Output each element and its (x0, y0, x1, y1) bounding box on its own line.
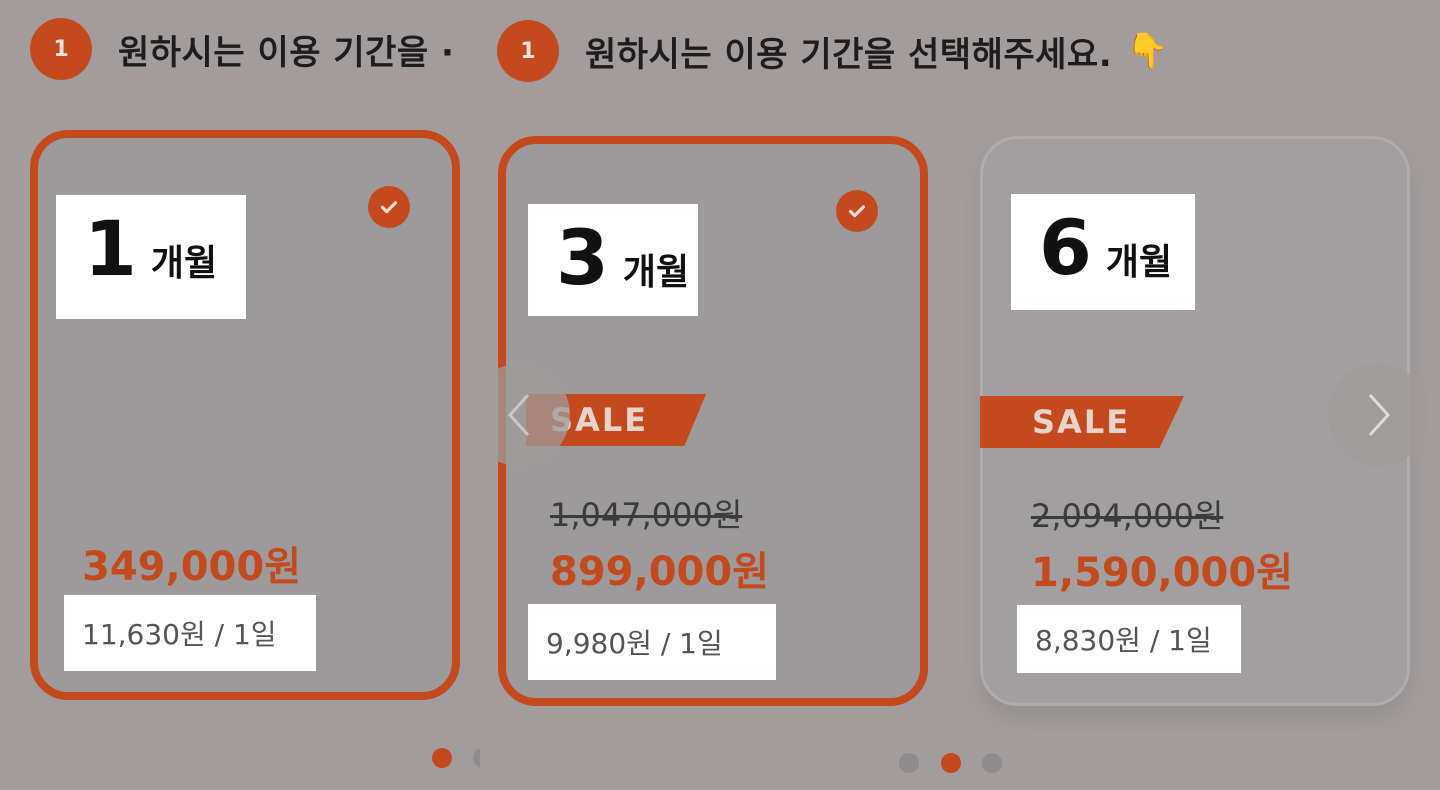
step-number-badge: 1 (497, 20, 559, 82)
pagination-dot[interactable] (982, 753, 1002, 773)
months-number: 1 (84, 204, 137, 293)
original-price: 1,047,000원 (550, 496, 743, 534)
sale-ribbon: SALE (980, 396, 1184, 448)
months-label: 3 개월 (528, 204, 698, 316)
months-unit: 개월 (1105, 242, 1173, 283)
daily-price: 11,630원 / 1일 (64, 595, 316, 671)
price: 1,590,000원 (1031, 550, 1294, 596)
right-panel: 1 원하시는 이용 기간을 선택해주세요. 👇 3 개월 SALE 1,047,… (480, 0, 1440, 790)
check-circle-icon (836, 190, 878, 232)
original-price: 2,094,000원 (1031, 497, 1224, 535)
pointing-down-icon: 👇 (1126, 31, 1169, 71)
chevron-right-icon (1368, 393, 1391, 437)
check-circle-icon (368, 186, 410, 228)
price: 349,000원 (82, 544, 301, 590)
months-label: 1 개월 (56, 195, 246, 319)
plan-card-1-month[interactable]: 1 개월 349,000원 11,630원 / 1일 (30, 130, 460, 700)
price: 899,000원 (550, 549, 769, 595)
months-unit: 개월 (622, 252, 690, 293)
daily-price: 8,830원 / 1일 (1017, 605, 1241, 673)
months-unit: 개월 (150, 243, 218, 284)
pagination-dot[interactable] (473, 748, 480, 768)
step-title: 원하시는 이용 기간을 · (118, 32, 455, 73)
pagination-dot[interactable] (899, 753, 919, 773)
step-number-badge: 1 (30, 18, 92, 80)
step-title: 원하시는 이용 기간을 선택해주세요. (585, 34, 1113, 75)
step-header: 1 원하시는 이용 기간을 · (30, 18, 454, 80)
months-number: 3 (556, 213, 609, 302)
daily-price: 9,980원 / 1일 (528, 604, 776, 680)
months-label: 6 개월 (1011, 194, 1195, 310)
pagination-dot-active[interactable] (432, 748, 452, 768)
step-header: 1 원하시는 이용 기간을 선택해주세요. 👇 (497, 20, 1168, 82)
left-panel: 1 원하시는 이용 기간을 · 1 개월 349,000원 11,630원 / … (0, 0, 480, 790)
pagination-dot-active[interactable] (941, 753, 961, 773)
chevron-left-icon (507, 393, 530, 437)
next-button[interactable] (1328, 364, 1430, 466)
months-number: 6 (1039, 203, 1092, 292)
